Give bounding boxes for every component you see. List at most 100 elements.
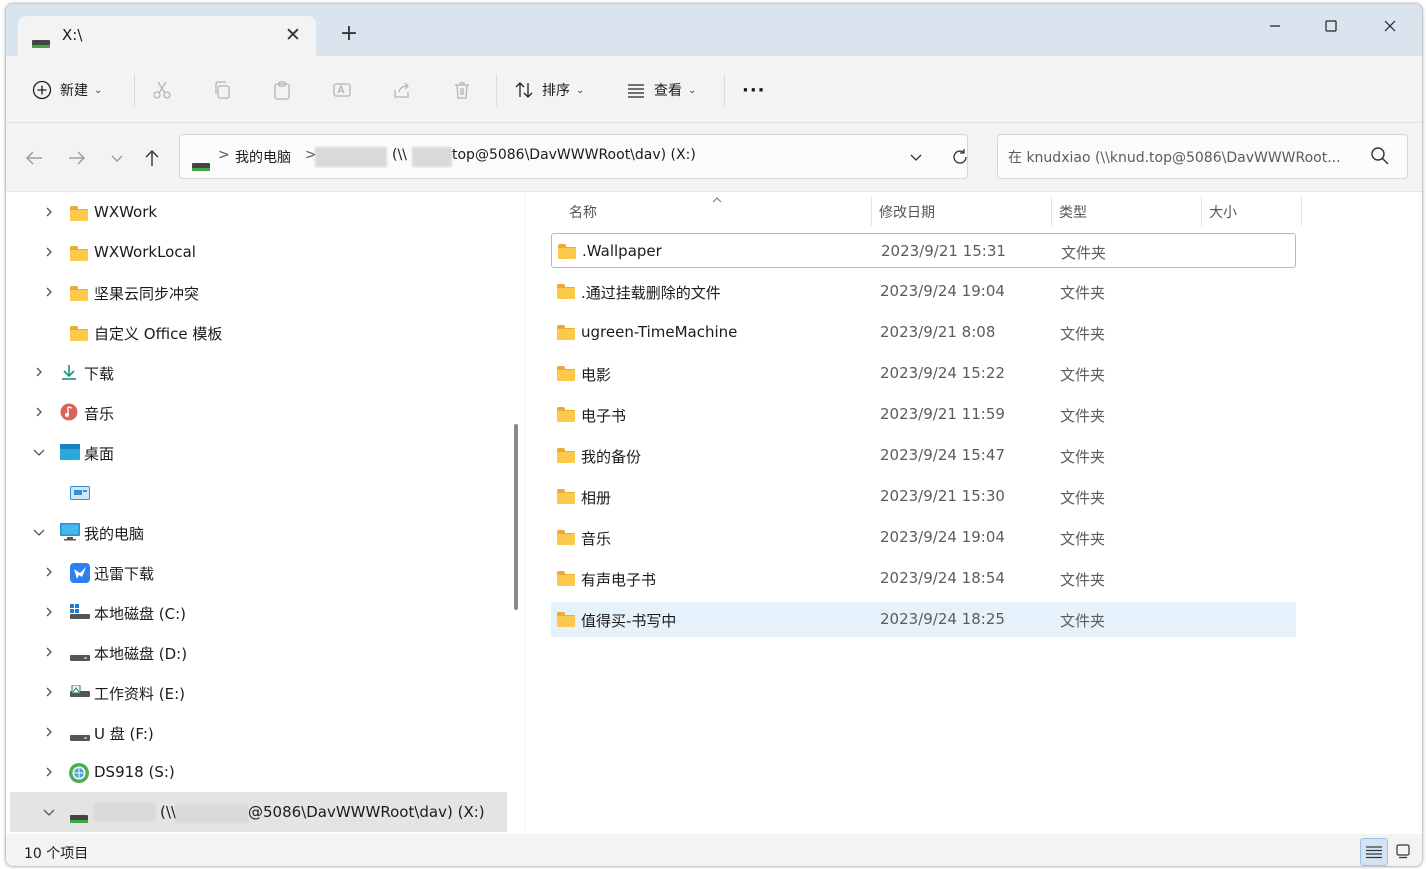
- file-type: 文件夹: [1060, 407, 1106, 425]
- folder-icon: [70, 325, 88, 341]
- chevron-right-icon[interactable]: [42, 565, 56, 579]
- address-dropdown-icon[interactable]: [908, 149, 924, 169]
- nav-item-ds918[interactable]: DS918 (S:): [6, 752, 506, 792]
- nav-item-my-pc[interactable]: 我的电脑: [6, 512, 506, 552]
- title-bar: X:\ ✕ +: [6, 4, 1422, 56]
- chevron-down-icon[interactable]: [32, 525, 46, 539]
- column-header-label: 修改日期: [879, 205, 935, 221]
- tab-close-icon[interactable]: ✕: [280, 22, 306, 48]
- tab-x-drive[interactable]: X:\ ✕: [18, 16, 316, 56]
- paste-button[interactable]: [272, 74, 292, 106]
- copy-button[interactable]: [212, 74, 232, 106]
- forward-button[interactable]: [64, 145, 90, 171]
- column-divider[interactable]: [1201, 196, 1202, 226]
- address-bar[interactable]: > 我的电脑 > (\\ top@5086\DavWWWRoot\dav) (X…: [179, 134, 968, 179]
- chevron-right-icon[interactable]: [42, 285, 56, 299]
- breadcrumb-drive-prefix[interactable]: (\\: [392, 147, 407, 163]
- file-row[interactable]: 电影 2023/9/24 15:22 文件夹: [551, 356, 1296, 391]
- nav-item-drive-d[interactable]: 本地磁盘 (D:): [6, 632, 506, 672]
- breadcrumb-drive[interactable]: top@5086\DavWWWRoot\dav) (X:): [452, 147, 696, 163]
- folder-icon: [70, 285, 88, 301]
- share-button[interactable]: [392, 74, 412, 106]
- more-options-button[interactable]: ···: [742, 74, 766, 106]
- new-tab-button[interactable]: +: [338, 22, 360, 46]
- nav-item-wxwork[interactable]: WXWork: [6, 192, 506, 232]
- search-icon[interactable]: [1370, 146, 1390, 170]
- nav-item-desktop[interactable]: 桌面: [6, 432, 506, 472]
- chevron-right-icon[interactable]: [32, 405, 46, 419]
- details-view-button[interactable]: [1360, 838, 1388, 866]
- nav-item-drive-c[interactable]: 本地磁盘 (C:): [6, 592, 506, 632]
- chevron-down-icon: ⌄: [688, 84, 697, 96]
- tiles-view-button[interactable]: [1390, 838, 1416, 864]
- chevron-down-icon[interactable]: [42, 805, 56, 819]
- folder-icon: [557, 530, 575, 545]
- column-header-date[interactable]: 修改日期: [879, 196, 935, 228]
- back-button[interactable]: [21, 145, 47, 171]
- chevron-right-icon[interactable]: [42, 605, 56, 619]
- nav-item-office-templates[interactable]: 自定义 Office 模板: [6, 312, 506, 352]
- delete-button[interactable]: [452, 74, 472, 106]
- drive-icon: [70, 684, 90, 700]
- file-row[interactable]: 相册 2023/9/21 15:30 文件夹: [551, 479, 1296, 514]
- cut-button[interactable]: [152, 74, 172, 106]
- file-date: 2023/9/24 18:25: [880, 610, 1005, 628]
- search-box[interactable]: 在 knudxiao (\\knud.top@5086\DavWWWRoot..…: [997, 134, 1408, 179]
- share-icon: [394, 82, 409, 98]
- minimize-button[interactable]: [1252, 8, 1298, 44]
- nav-item-downloads[interactable]: 下载: [6, 352, 506, 392]
- rename-icon: [333, 83, 351, 97]
- chevron-right-icon[interactable]: [32, 365, 46, 379]
- file-name: 我的备份: [581, 448, 642, 466]
- sort-button[interactable]: 排序 ⌄: [514, 74, 584, 106]
- maximize-button[interactable]: [1308, 8, 1354, 44]
- chevron-right-icon[interactable]: [42, 685, 56, 699]
- column-divider[interactable]: [871, 196, 872, 226]
- nav-scrollbar-thumb[interactable]: [514, 424, 518, 610]
- file-row[interactable]: 电子书 2023/9/21 11:59 文件夹: [551, 397, 1296, 432]
- nav-item-music[interactable]: 音乐: [6, 392, 506, 432]
- nav-item-wxworklocal[interactable]: WXWorkLocal: [6, 232, 506, 272]
- file-row[interactable]: .Wallpaper 2023/9/21 15:31 文件夹: [551, 233, 1296, 268]
- nav-item-thunder-downloads[interactable]: 迅雷下载: [6, 552, 506, 592]
- chevron-right-icon[interactable]: [42, 765, 56, 779]
- chevron-right-icon[interactable]: [42, 205, 56, 219]
- nav-item-drive-e[interactable]: 工作资料 (E:): [6, 672, 506, 712]
- file-row[interactable]: 音乐 2023/9/24 19:04 文件夹: [551, 520, 1296, 555]
- nav-item-label: U 盘 (F:): [94, 725, 154, 743]
- rename-button[interactable]: [332, 74, 352, 106]
- file-row[interactable]: 值得买-书写中 2023/9/24 18:25 文件夹: [551, 602, 1296, 637]
- close-window-button[interactable]: [1367, 8, 1413, 44]
- refresh-icon[interactable]: [950, 147, 970, 171]
- arrow-right-icon: [69, 151, 85, 165]
- folder-icon: [557, 489, 575, 504]
- column-divider[interactable]: [1301, 196, 1302, 226]
- file-row[interactable]: ugreen-TimeMachine 2023/9/21 8:08 文件夹: [551, 315, 1296, 350]
- chevron-right-icon[interactable]: [42, 725, 56, 739]
- chevron-right-icon[interactable]: [42, 645, 56, 659]
- nav-item-network-share-x[interactable]: (\\ @5086\DavWWWRoot\dav) (X:): [10, 792, 507, 832]
- file-row[interactable]: 我的备份 2023/9/24 15:47 文件夹: [551, 438, 1296, 473]
- up-button[interactable]: [139, 145, 165, 171]
- new-button[interactable]: 新建 ⌄: [32, 74, 102, 106]
- chevron-down-icon[interactable]: [32, 445, 46, 459]
- nav-item-label: 音乐: [84, 405, 115, 423]
- drive-icon: [70, 648, 90, 664]
- column-header-type[interactable]: 类型: [1059, 196, 1087, 228]
- recent-locations-button[interactable]: [104, 145, 130, 171]
- file-row[interactable]: .通过挂载删除的文件 2023/9/24 19:04 文件夹: [551, 274, 1296, 309]
- nav-item-drive-f[interactable]: U 盘 (F:): [6, 712, 506, 752]
- breadcrumb-separator[interactable]: >: [218, 147, 230, 163]
- search-placeholder[interactable]: 在 knudxiao (\\knud.top@5086\DavWWWRoot..…: [1008, 147, 1358, 167]
- column-header-size[interactable]: 大小: [1209, 196, 1237, 228]
- file-row[interactable]: 有声电子书 2023/9/24 18:54 文件夹: [551, 561, 1296, 596]
- nav-item-conflicts[interactable]: 坚果云同步冲突: [6, 272, 506, 312]
- view-button[interactable]: 查看 ⌄: [626, 74, 696, 106]
- chevron-right-icon[interactable]: [42, 245, 56, 259]
- column-divider[interactable]: [1051, 196, 1052, 226]
- column-header-name[interactable]: 名称: [569, 196, 597, 228]
- nav-item-label: 桌面: [84, 445, 115, 463]
- nav-item-desktop-child[interactable]: [6, 472, 506, 512]
- toolbar-divider: [724, 74, 725, 106]
- breadcrumb-my-pc[interactable]: 我的电脑: [235, 147, 291, 167]
